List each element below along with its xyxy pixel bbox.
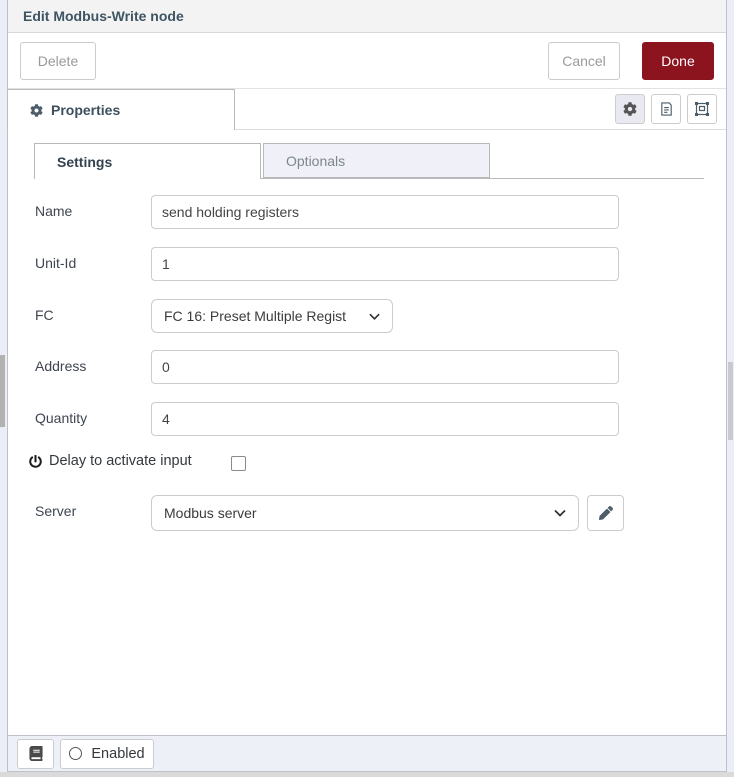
dialog-title: Edit Modbus-Write node	[8, 0, 726, 33]
edit-dialog: Edit Modbus-Write node Delete Cancel Don…	[7, 0, 727, 772]
enabled-label: Enabled	[91, 746, 144, 762]
optionals-tab-label: Optionals	[286, 153, 345, 169]
unit-id-input[interactable]	[151, 247, 619, 281]
enabled-circle-icon	[69, 747, 82, 760]
editor-tab-row: Properties	[8, 89, 726, 130]
settings-tab-label: Settings	[57, 154, 112, 170]
done-button[interactable]: Done	[642, 42, 714, 80]
power-icon	[29, 455, 42, 468]
document-icon	[659, 101, 674, 117]
quantity-label: Quantity	[35, 410, 145, 426]
properties-gear-button[interactable]	[615, 94, 645, 124]
right-scrollbar-thumb[interactable]	[728, 362, 733, 440]
tray-footer: Enabled	[8, 735, 726, 771]
address-label: Address	[35, 358, 145, 374]
gear-icon	[623, 102, 637, 116]
gear-icon	[30, 104, 43, 117]
properties-tab-label: Properties	[51, 102, 120, 118]
node-help-button[interactable]	[17, 739, 54, 769]
name-label: Name	[35, 203, 145, 219]
enabled-toggle-button[interactable]: Enabled	[60, 739, 154, 769]
dialog-button-bar: Delete Cancel Done	[8, 33, 726, 89]
address-input[interactable]	[151, 350, 619, 384]
name-input[interactable]	[151, 195, 619, 229]
tab-settings[interactable]: Settings	[34, 143, 261, 179]
fc-select[interactable]: FC 16: Preset Multiple Regist	[151, 299, 393, 333]
unit-id-label: Unit-Id	[35, 255, 145, 271]
quantity-input[interactable]	[151, 402, 619, 436]
tab-optionals[interactable]: Optionals	[263, 143, 490, 178]
delay-checkbox[interactable]	[231, 456, 246, 471]
cancel-button[interactable]: Cancel	[548, 42, 620, 80]
description-button[interactable]	[651, 94, 681, 124]
server-label: Server	[35, 503, 145, 519]
delay-row: Delay to activate input	[29, 453, 192, 469]
page-bottom-strip	[0, 772, 734, 777]
tab-properties[interactable]: Properties	[7, 89, 235, 130]
server-select[interactable]: Modbus server	[151, 495, 579, 531]
appearance-icon	[694, 101, 710, 117]
node-properties-form: Settings Optionals Name Unit-Id FC FC 16…	[8, 130, 726, 732]
chevron-down-icon	[554, 509, 566, 517]
editor-tab-toolbar	[615, 94, 717, 124]
chevron-down-icon	[369, 313, 380, 320]
book-icon	[29, 746, 43, 761]
node-red-edit-tray: Edit Modbus-Write node Delete Cancel Don…	[0, 0, 734, 777]
delete-button[interactable]: Delete	[20, 42, 96, 80]
appearance-button[interactable]	[687, 94, 717, 124]
pencil-icon	[599, 506, 613, 520]
edit-server-button[interactable]	[587, 495, 624, 531]
fc-select-value: FC 16: Preset Multiple Regist	[164, 308, 361, 324]
fc-label: FC	[35, 307, 145, 323]
left-scrollbar-thumb[interactable]	[0, 355, 5, 427]
form-tab-bar: Settings Optionals	[34, 143, 704, 179]
server-select-value: Modbus server	[164, 505, 546, 521]
delay-label: Delay to activate input	[49, 453, 192, 469]
